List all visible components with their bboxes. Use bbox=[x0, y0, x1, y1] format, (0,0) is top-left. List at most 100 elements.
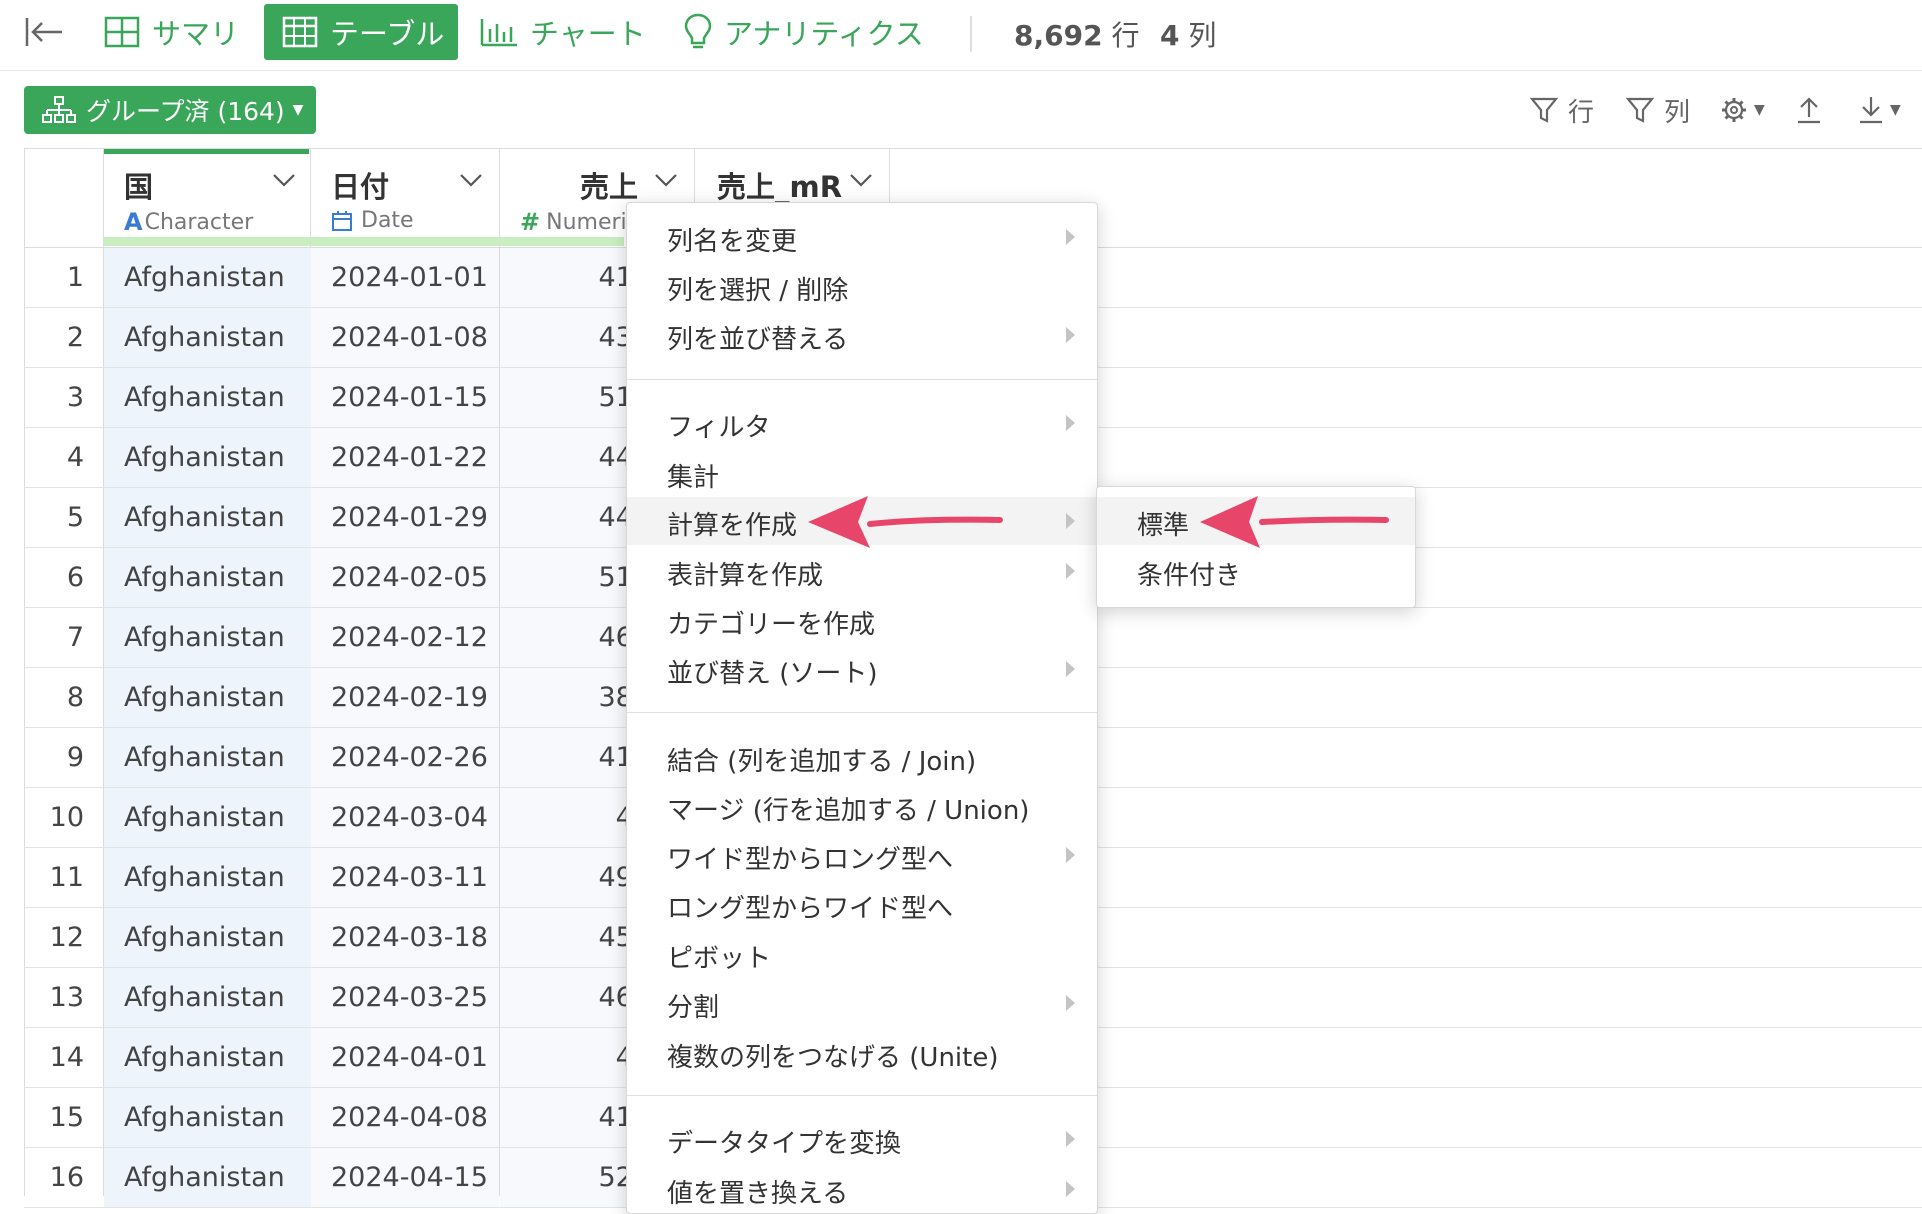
menu-item-rename[interactable]: 列名を変更 bbox=[627, 213, 1097, 261]
menu-item-wide-to-long[interactable]: ワイド型からロング型へ bbox=[627, 831, 1097, 879]
numeric-type-icon: # bbox=[520, 208, 541, 236]
cell-country: Afghanistan bbox=[124, 922, 285, 953]
cell-date: 2024-02-05 bbox=[331, 562, 488, 593]
row-number: 15 bbox=[49, 1102, 84, 1133]
cell-country: Afghanistan bbox=[124, 742, 285, 773]
column-context-menu: 列名を変更 列を選択 / 削除 列を並び替える フィルタ 集計 計算を作成 表計… bbox=[626, 202, 1098, 1214]
settings-dropdown-button[interactable]: ▼ bbox=[1720, 92, 1765, 128]
column-header-date[interactable]: 日付 Date bbox=[311, 150, 499, 246]
divider bbox=[970, 16, 972, 52]
row-number: 12 bbox=[49, 922, 84, 953]
column-count: 4 列 bbox=[1160, 14, 1216, 54]
filter-icon bbox=[1626, 97, 1654, 123]
row-number: 6 bbox=[66, 562, 84, 593]
column-type: A Character bbox=[124, 208, 253, 236]
menu-item-split[interactable]: 分割 bbox=[627, 979, 1097, 1027]
cell-country: Afghanistan bbox=[124, 862, 285, 893]
filter-columns-button[interactable]: 列 bbox=[1626, 92, 1690, 128]
cell-country: Afghanistan bbox=[124, 322, 285, 353]
column-name: 日付 bbox=[331, 170, 390, 204]
menu-item-label: 表計算を作成 bbox=[667, 561, 824, 591]
row-number: 2 bbox=[66, 322, 84, 353]
calculation-submenu: 標準 条件付き bbox=[1096, 486, 1416, 608]
menu-item-label: カテゴリーを作成 bbox=[667, 610, 876, 640]
cell-date: 2024-01-08 bbox=[331, 322, 488, 353]
row-number: 1 bbox=[66, 262, 84, 293]
menu-item-reorder-columns[interactable]: 列を並び替える bbox=[627, 311, 1097, 359]
tab-summary-label: サマリ bbox=[152, 17, 240, 51]
column-selection-bar bbox=[104, 237, 624, 246]
menu-item-label: ピボット bbox=[667, 944, 772, 974]
menu-item-create-category[interactable]: カテゴリーを作成 bbox=[627, 596, 1097, 644]
row-number: 16 bbox=[49, 1162, 84, 1193]
menu-item-pivot[interactable]: ピボット bbox=[627, 930, 1097, 978]
row-number: 9 bbox=[66, 742, 84, 773]
column-name: 国 bbox=[124, 170, 154, 204]
tab-chart-label: チャート bbox=[530, 17, 646, 51]
upload-button[interactable] bbox=[1796, 92, 1822, 128]
chevron-down-icon[interactable] bbox=[849, 172, 873, 188]
menu-item-unite[interactable]: 複数の列をつなげる (Unite) bbox=[627, 1029, 1097, 1077]
menu-item-label: マージ (行を追加する / Union) bbox=[667, 796, 1030, 826]
cell-country: Afghanistan bbox=[124, 1162, 285, 1193]
row-count-value: 8,692 bbox=[1014, 19, 1103, 52]
cell-country: Afghanistan bbox=[124, 1042, 285, 1073]
menu-item-label: 計算を作成 bbox=[667, 511, 798, 541]
row-number: 14 bbox=[49, 1042, 84, 1073]
menu-item-aggregate[interactable]: 集計 bbox=[627, 449, 1097, 497]
column-count-unit: 列 bbox=[1188, 19, 1217, 52]
chevron-down-icon[interactable] bbox=[272, 172, 296, 188]
cell-date: 2024-04-15 bbox=[331, 1162, 488, 1193]
menu-item-join[interactable]: 結合 (列を追加する / Join) bbox=[627, 733, 1097, 781]
menu-item-select-delete[interactable]: 列を選択 / 削除 bbox=[627, 262, 1097, 310]
submenu-item-standard[interactable]: 標準 bbox=[1097, 497, 1415, 545]
submenu-arrow-icon bbox=[1066, 847, 1075, 863]
caret-down-icon: ▼ bbox=[292, 102, 304, 118]
filter-rows-button[interactable]: 行 bbox=[1530, 92, 1594, 128]
cell-date: 2024-03-04 bbox=[331, 802, 488, 833]
menu-item-label: 列名を変更 bbox=[667, 227, 798, 257]
row-number: 4 bbox=[66, 442, 84, 473]
tab-table[interactable]: テーブル bbox=[264, 4, 458, 60]
chevron-down-icon[interactable] bbox=[459, 172, 483, 188]
cell-date: 2024-01-15 bbox=[331, 382, 488, 413]
menu-item-union[interactable]: マージ (行を追加する / Union) bbox=[627, 782, 1097, 830]
menu-separator bbox=[627, 379, 1097, 380]
row-count: 8,692 行 bbox=[1014, 14, 1140, 54]
row-number: 8 bbox=[66, 682, 84, 713]
row-number: 3 bbox=[66, 382, 84, 413]
menu-item-create-table-calculation[interactable]: 表計算を作成 bbox=[627, 547, 1097, 595]
menu-item-label: 並び替え (ソート) bbox=[667, 659, 878, 689]
menu-item-sort[interactable]: 並び替え (ソート) bbox=[627, 645, 1097, 693]
submenu-item-conditional[interactable]: 条件付き bbox=[1097, 547, 1415, 595]
menu-item-create-calculation[interactable]: 計算を作成 bbox=[627, 497, 1097, 545]
collapse-left-icon[interactable] bbox=[24, 14, 64, 50]
download-dropdown-button[interactable]: ▼ bbox=[1858, 92, 1901, 128]
menu-item-convert-type[interactable]: データタイプを変換 bbox=[627, 1115, 1097, 1163]
submenu-arrow-icon bbox=[1066, 995, 1075, 1011]
group-dropdown-button[interactable]: グループ済 (164) ▼ bbox=[24, 86, 316, 134]
cell-country: Afghanistan bbox=[124, 562, 285, 593]
menu-item-label: 複数の列をつなげる (Unite) bbox=[667, 1043, 999, 1073]
row-number: 11 bbox=[49, 862, 84, 893]
submenu-arrow-icon bbox=[1066, 1181, 1075, 1197]
menu-item-filter[interactable]: フィルタ bbox=[627, 399, 1097, 447]
tab-summary[interactable]: サマリ bbox=[104, 4, 239, 60]
tab-chart[interactable]: チャート bbox=[480, 4, 646, 60]
menu-item-label: 値を置き換える bbox=[667, 1179, 849, 1209]
cell-country: Afghanistan bbox=[124, 262, 285, 293]
calendar-icon bbox=[332, 210, 352, 231]
column-type-label: Numeri bbox=[546, 209, 627, 235]
menu-separator bbox=[627, 712, 1097, 713]
upload-icon bbox=[1798, 97, 1820, 124]
row-number: 7 bbox=[66, 622, 84, 653]
cell-country: Afghanistan bbox=[124, 682, 285, 713]
tab-analytics-label: アナリティクス bbox=[724, 17, 924, 51]
filter-icon bbox=[1530, 97, 1558, 123]
tab-analytics[interactable]: アナリティクス bbox=[684, 4, 924, 60]
chevron-down-icon[interactable] bbox=[654, 172, 678, 188]
tab-table-label: テーブル bbox=[330, 17, 445, 51]
column-header-country[interactable]: 国 A Character bbox=[104, 150, 309, 246]
menu-item-long-to-wide[interactable]: ロング型からワイド型へ bbox=[627, 880, 1097, 928]
menu-item-replace-values[interactable]: 値を置き換える bbox=[627, 1165, 1097, 1213]
